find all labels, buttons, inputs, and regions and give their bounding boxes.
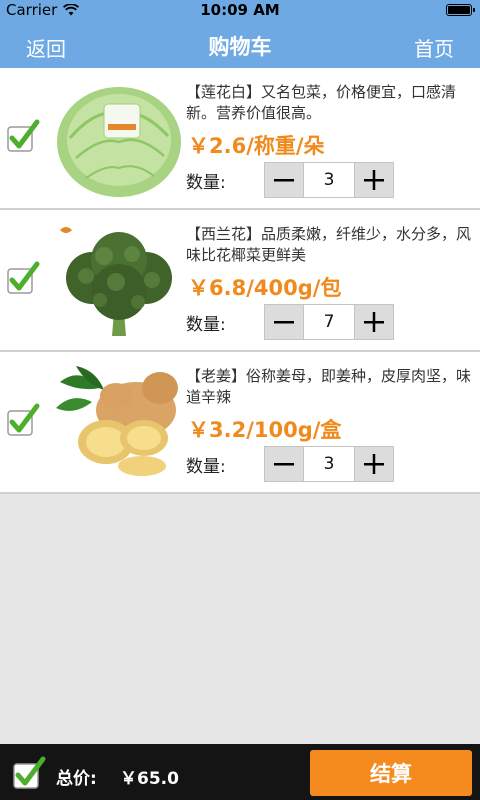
cart-item: 【西兰花】品质柔嫩，纤维少，水分多，风味比花椰菜更鲜美 ￥6.8/400g/包 … bbox=[0, 210, 480, 352]
increase-button[interactable] bbox=[355, 305, 393, 339]
quantity-label: 数量: bbox=[186, 315, 226, 335]
cart-item: 【老姜】俗称姜母，即姜种，皮厚肉坚，味道辛辣 ￥3.2/100g/盒 数量: 3 bbox=[0, 352, 480, 494]
quantity-stepper: 7 bbox=[264, 304, 394, 340]
cart-item: 【莲花白】又名包菜，价格便宜，口感清新。营养价值很高。 ￥2.6/称重/朵 数量… bbox=[0, 68, 480, 210]
battery-icon bbox=[446, 4, 475, 16]
checkbox-checked-icon[interactable] bbox=[6, 119, 40, 153]
item-price: ￥6.8/400g/包 bbox=[188, 276, 342, 300]
minus-icon bbox=[274, 463, 294, 466]
minus-icon bbox=[274, 321, 294, 324]
item-description: 【老姜】俗称姜母，即姜种，皮厚肉坚，味道辛辣 bbox=[186, 367, 472, 406]
minus-icon bbox=[274, 179, 294, 182]
nav-bar: 返回 购物车 首页 bbox=[0, 20, 480, 68]
status-bar: Carrier 10:09 AM bbox=[0, 0, 480, 20]
checkbox-checked-icon[interactable] bbox=[6, 261, 40, 295]
decrease-button[interactable] bbox=[265, 163, 303, 197]
decrease-button[interactable] bbox=[265, 447, 303, 481]
quantity-stepper: 3 bbox=[264, 162, 394, 198]
status-time: 10:09 AM bbox=[200, 1, 280, 19]
item-description: 【莲花白】又名包菜，价格便宜，口感清新。营养价值很高。 bbox=[186, 83, 457, 122]
item-price: ￥2.6/称重/朵 bbox=[188, 134, 325, 158]
broccoli-image bbox=[56, 220, 182, 340]
lettuce-image bbox=[56, 78, 182, 198]
item-price: ￥3.2/100g/盒 bbox=[188, 418, 342, 442]
increase-button[interactable] bbox=[355, 163, 393, 197]
quantity-label: 数量: bbox=[186, 457, 226, 477]
quantity-value[interactable]: 3 bbox=[303, 163, 355, 197]
checkbox-checked-icon[interactable] bbox=[6, 403, 40, 437]
cart-list: 【莲花白】又名包菜，价格便宜，口感清新。营养价值很高。 ￥2.6/称重/朵 数量… bbox=[0, 68, 480, 494]
plus-icon bbox=[364, 312, 384, 332]
quantity-label: 数量: bbox=[186, 173, 226, 193]
total-label: 总价: bbox=[56, 769, 97, 789]
home-button[interactable]: 首页 bbox=[414, 33, 454, 62]
quantity-value[interactable]: 7 bbox=[303, 305, 355, 339]
select-all-checkbox-icon[interactable] bbox=[12, 756, 46, 790]
checkout-button[interactable]: 结算 bbox=[310, 750, 472, 796]
page-title: 购物车 bbox=[208, 35, 272, 59]
plus-icon bbox=[364, 170, 384, 190]
ginger-image bbox=[56, 362, 182, 482]
quantity-value[interactable]: 3 bbox=[303, 447, 355, 481]
checkout-bar: 总价: ￥65.0 结算 bbox=[0, 744, 480, 800]
increase-button[interactable] bbox=[355, 447, 393, 481]
plus-icon bbox=[364, 454, 384, 474]
decrease-button[interactable] bbox=[265, 305, 303, 339]
total-value: ￥65.0 bbox=[120, 769, 179, 789]
quantity-stepper: 3 bbox=[264, 446, 394, 482]
item-description: 【西兰花】品质柔嫩，纤维少，水分多，风味比花椰菜更鲜美 bbox=[186, 225, 472, 264]
